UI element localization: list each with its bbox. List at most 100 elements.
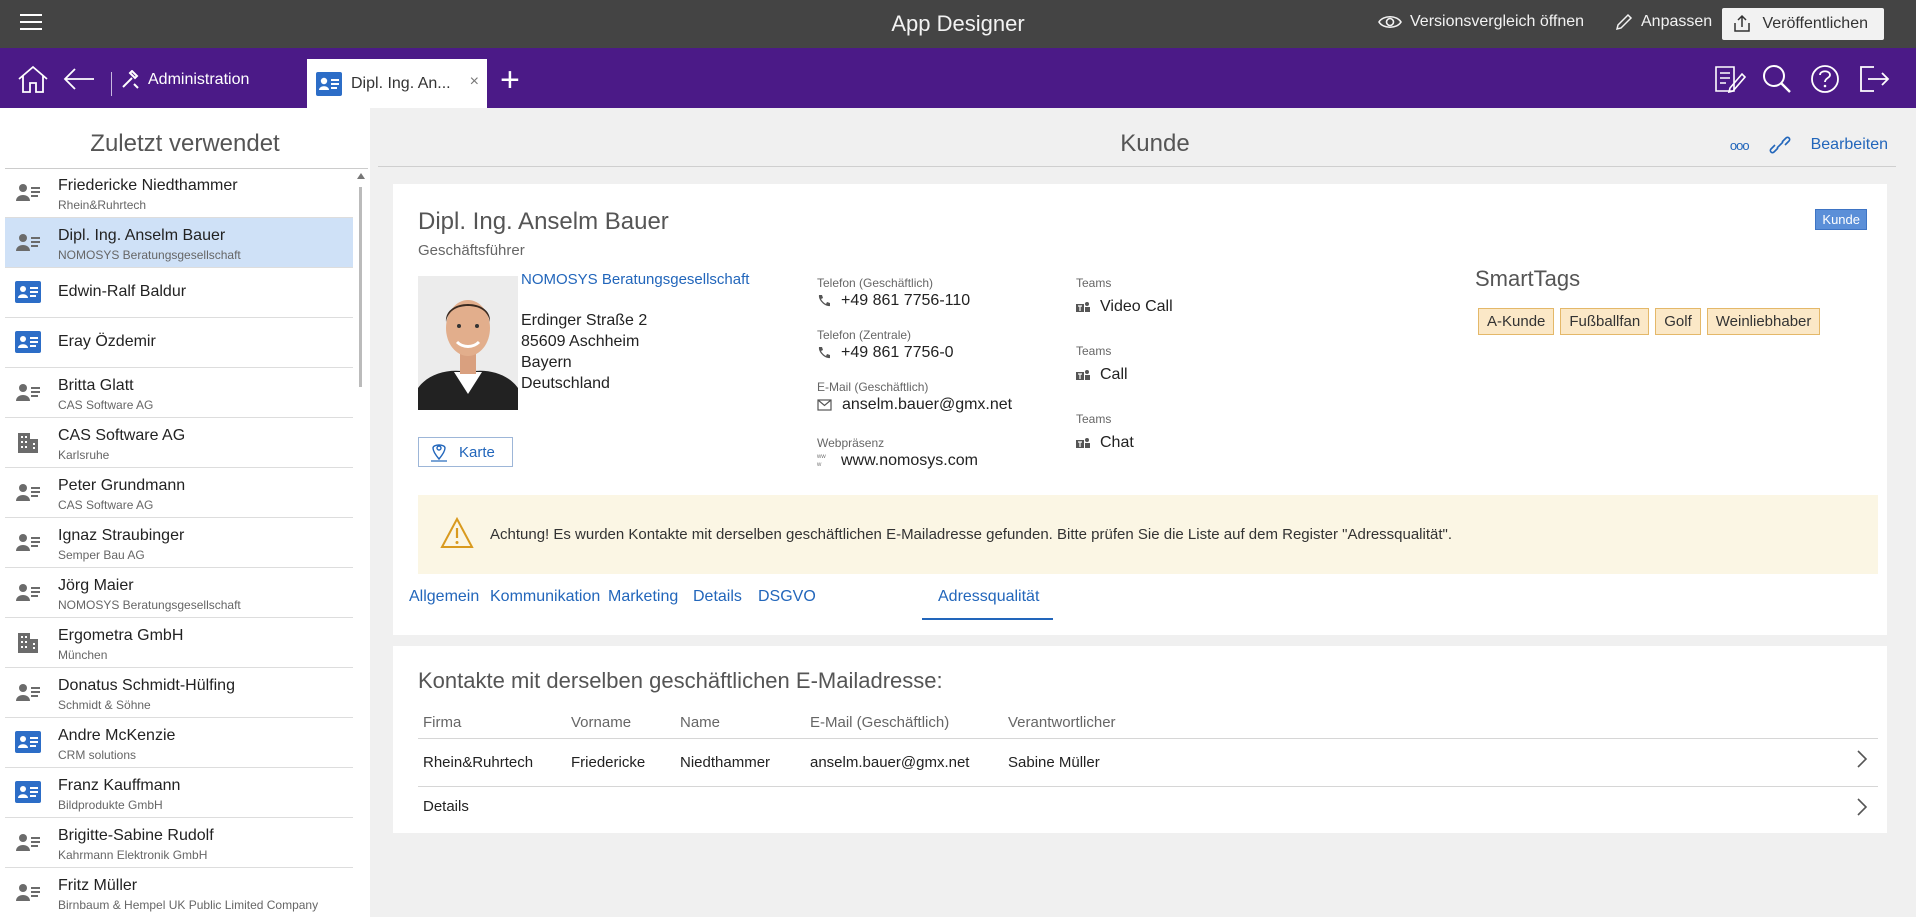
recent-item[interactable]: Eray Özdemir bbox=[5, 318, 353, 368]
email[interactable]: anselm.bauer@gmx.net bbox=[817, 396, 1012, 414]
close-tab-icon[interactable]: × bbox=[470, 73, 479, 91]
recent-item[interactable]: CAS Software AG Karlsruhe bbox=[5, 418, 353, 468]
hamburger-menu-icon[interactable] bbox=[20, 14, 46, 34]
phone-business[interactable]: +49 861 7756-110 bbox=[817, 292, 970, 310]
recent-item[interactable]: Ignaz Straubinger Semper Bau AG bbox=[5, 518, 353, 568]
tab-marketing[interactable]: Marketing bbox=[608, 588, 678, 606]
edit-button[interactable]: Bearbeiten bbox=[1811, 136, 1888, 154]
teams-video-call[interactable]: Video Call bbox=[1076, 298, 1173, 316]
recent-item-subtitle: NOMOSYS Beratungsgesellschaft bbox=[58, 598, 241, 612]
smarttag[interactable]: Golf bbox=[1655, 308, 1701, 335]
map-button[interactable]: Karte bbox=[418, 437, 513, 467]
recent-item[interactable]: Donatus Schmidt-Hülfing Schmidt & Söhne bbox=[5, 668, 353, 718]
smarttag[interactable]: A-Kunde bbox=[1478, 308, 1555, 335]
header-divider bbox=[378, 166, 1896, 167]
tab-dsgvo[interactable]: DSGVO bbox=[758, 588, 816, 606]
recent-item-name: Franz Kauffmann bbox=[58, 777, 181, 794]
recent-item[interactable]: Friedericke Niedthammer Rhein&Ruhrtech bbox=[5, 168, 353, 218]
customize-button[interactable]: Anpassen bbox=[1615, 13, 1712, 31]
phone-central-label: Telefon (Zentrale) bbox=[817, 328, 912, 342]
cell-vorname: Friedericke bbox=[571, 754, 646, 771]
scrollbar-thumb[interactable] bbox=[359, 187, 362, 387]
main-content: Kunde ooo Bearbeiten Dipl. Ing. Anselm B… bbox=[378, 108, 1916, 917]
cell-email: anselm.bauer@gmx.net bbox=[810, 754, 970, 771]
help-icon[interactable] bbox=[1808, 64, 1842, 94]
recent-item[interactable]: Britta Glatt CAS Software AG bbox=[5, 368, 353, 418]
recent-item-subtitle: München bbox=[58, 648, 108, 662]
more-options-icon[interactable]: ooo bbox=[1730, 138, 1750, 153]
back-arrow-icon[interactable] bbox=[62, 64, 96, 94]
recent-item-subtitle: NOMOSYS Beratungsgesellschaft bbox=[58, 248, 241, 262]
top-bar: App Designer Versionsvergleich öffnen An… bbox=[0, 0, 1916, 48]
recent-item[interactable]: Peter Grundmann CAS Software AG bbox=[5, 468, 353, 518]
details-row[interactable]: Details bbox=[418, 787, 1878, 827]
contact-photo bbox=[418, 276, 518, 410]
person-icon bbox=[15, 681, 41, 703]
contact-card-icon bbox=[316, 71, 342, 96]
tab-kommunikation[interactable]: Kommunikation bbox=[490, 588, 600, 606]
recent-item-name: Fritz Müller bbox=[58, 877, 138, 894]
duplicates-title: Kontakte mit derselben geschäftlichen E-… bbox=[418, 668, 943, 693]
website[interactable]: ʷʷ ʷ www.nomosys.com bbox=[817, 452, 978, 470]
recent-item-name: Eray Özdemir bbox=[58, 333, 156, 350]
phone-business-value: +49 861 7756-110 bbox=[841, 292, 971, 309]
link-icon[interactable] bbox=[1767, 134, 1793, 156]
cell-firma: Rhein&Ruhrtech bbox=[423, 754, 534, 771]
tab-adressqualitaet[interactable]: Adressqualität bbox=[938, 588, 1039, 606]
phone-central[interactable]: +49 861 7756-0 bbox=[817, 344, 954, 362]
smarttag[interactable]: Weinliebhaber bbox=[1706, 308, 1821, 335]
column-header-name[interactable]: Name bbox=[680, 714, 720, 731]
recent-item[interactable]: Dipl. Ing. Anselm Bauer NOMOSYS Beratungs… bbox=[5, 218, 353, 268]
new-tab-plus-icon[interactable]: + bbox=[500, 63, 520, 97]
column-header-firma[interactable]: Firma bbox=[423, 714, 461, 731]
tab-contact-anselm-bauer[interactable]: Dipl. Ing. An... × bbox=[307, 59, 487, 108]
smarttags-list: A-Kunde Fußballfan Golf Weinliebhaber bbox=[1478, 308, 1821, 335]
tab-details[interactable]: Details bbox=[693, 588, 742, 606]
search-icon[interactable] bbox=[1760, 64, 1794, 94]
tools-icon bbox=[122, 70, 139, 89]
column-header-vorname[interactable]: Vorname bbox=[571, 714, 631, 731]
recent-item[interactable]: Franz Kauffmann Bildprodukte GmbH bbox=[5, 768, 353, 818]
column-header-verantwortlicher[interactable]: Verantwortlicher bbox=[1008, 714, 1116, 731]
recent-item[interactable]: Edwin-Ralf Baldur bbox=[5, 268, 353, 318]
sidebar-title: Zuletzt verwendet bbox=[90, 130, 280, 157]
recent-item[interactable]: Fritz Müller Birnbaum & Hempel UK Public … bbox=[5, 868, 353, 917]
page-actions: ooo Bearbeiten bbox=[1730, 134, 1888, 156]
recent-item-name: Jörg Maier bbox=[58, 577, 134, 594]
recent-item[interactable]: Brigitte-Sabine Rudolf Kahrmann Elektroni… bbox=[5, 818, 353, 868]
recent-item-name: Edwin-Ralf Baldur bbox=[58, 283, 187, 300]
home-icon[interactable] bbox=[16, 64, 50, 94]
teams-chat[interactable]: Chat bbox=[1076, 434, 1134, 452]
recent-item[interactable]: Andre McKenzie CRM solutions bbox=[5, 718, 353, 768]
phone-central-value: +49 861 7756-0 bbox=[841, 344, 954, 361]
person-icon bbox=[15, 831, 41, 853]
recent-item-name: Peter Grundmann bbox=[58, 477, 186, 494]
recent-item-name: Donatus Schmidt-Hülfing bbox=[58, 677, 235, 694]
person-icon bbox=[15, 481, 41, 503]
nav-bar: Administration Dipl. Ing. An... × + bbox=[0, 48, 1916, 108]
teams-label-3: Teams bbox=[1076, 412, 1112, 426]
version-compare-button[interactable]: Versionsvergleich öffnen bbox=[1378, 13, 1584, 31]
contact-name: Dipl. Ing. Anselm Bauer bbox=[418, 208, 669, 235]
logout-icon[interactable] bbox=[1856, 64, 1890, 94]
recent-item[interactable]: Jörg Maier NOMOSYS Beratungsgesellschaft bbox=[5, 568, 353, 618]
publish-button[interactable]: Veröffentlichen bbox=[1722, 8, 1884, 40]
company-link[interactable]: NOMOSYS Beratungsgesellschaft bbox=[521, 271, 749, 288]
tab-allgemein[interactable]: Allgemein bbox=[409, 588, 479, 606]
smarttag[interactable]: Fußballfan bbox=[1560, 308, 1650, 335]
sidebar-scrollbar[interactable] bbox=[357, 173, 365, 433]
page-title: Kunde bbox=[1120, 130, 1190, 157]
administration-link[interactable]: Administration bbox=[120, 70, 249, 90]
notes-edit-icon[interactable] bbox=[1712, 64, 1746, 94]
building-icon bbox=[15, 631, 41, 653]
recent-item[interactable]: Ergometra GmbH München bbox=[5, 618, 353, 668]
scroll-up-arrow-icon[interactable] bbox=[357, 173, 365, 179]
teams-icon bbox=[1076, 438, 1090, 448]
column-header-email[interactable]: E-Mail (Geschäftlich) bbox=[810, 714, 949, 731]
cell-verantwortlicher: Sabine Müller bbox=[1008, 754, 1100, 771]
teams-call[interactable]: Call bbox=[1076, 366, 1128, 384]
phone-icon bbox=[818, 347, 830, 359]
web-label: Webpräsenz bbox=[817, 436, 885, 450]
recent-item-name: Dipl. Ing. Anselm Bauer bbox=[58, 227, 226, 244]
address-state: Bayern bbox=[521, 354, 572, 371]
